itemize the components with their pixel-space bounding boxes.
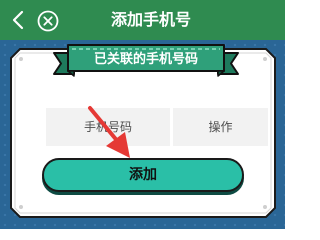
column-header-action: 操作 — [173, 108, 268, 146]
circle-x-icon[interactable] — [36, 9, 60, 33]
chevron-left-icon[interactable] — [8, 8, 30, 32]
top-bar: 添加手机号 — [0, 0, 285, 40]
table-header: 手机号码 操作 — [46, 108, 268, 146]
arrow-pointer-icon — [88, 106, 130, 158]
add-button[interactable]: 添加 — [42, 158, 244, 192]
section-title: 已关联的手机号码 — [93, 52, 198, 67]
page-title: 添加手机号 — [110, 10, 191, 29]
